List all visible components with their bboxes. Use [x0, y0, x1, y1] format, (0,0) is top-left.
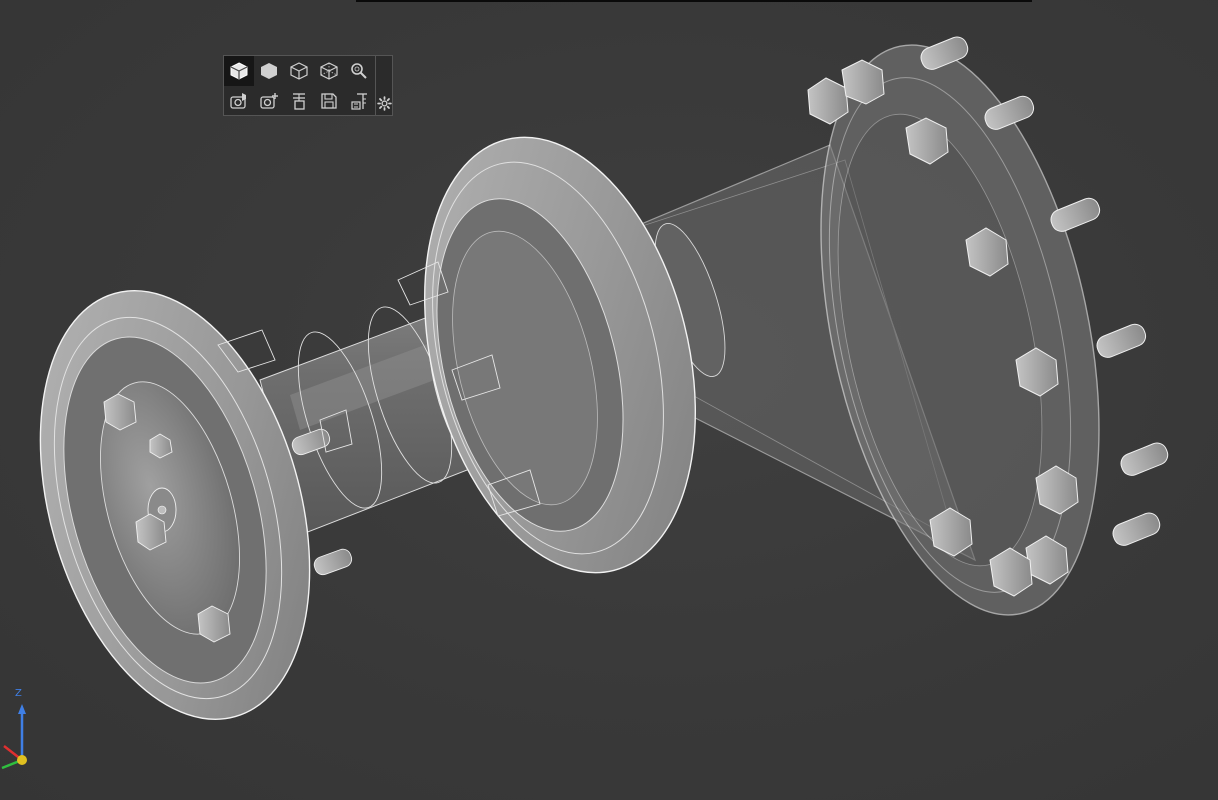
cube-shaded-edges-icon	[230, 62, 248, 80]
ruler-icon	[351, 93, 367, 110]
zoom-button[interactable]	[344, 56, 374, 86]
axis-triad-icon	[1, 704, 27, 770]
camera-add-icon	[260, 93, 278, 109]
view-mode-row	[224, 56, 374, 86]
camera-cube-icon	[230, 93, 246, 109]
gear-icon	[377, 95, 392, 111]
add-snapshot-button[interactable]	[254, 86, 284, 116]
toolbar-settings-button[interactable]	[376, 93, 393, 113]
view-tools-row	[224, 86, 374, 116]
3d-viewport[interactable]: Z	[0, 0, 1218, 800]
axis-gizmo: Z	[0, 688, 40, 770]
cube-wireframe-icon	[290, 62, 308, 80]
z-axis-label: Z	[15, 688, 22, 699]
section-plane-icon	[293, 93, 305, 110]
section-button[interactable]	[284, 86, 314, 116]
3d-model-render[interactable]	[0, 0, 1218, 800]
left-wheel	[39, 290, 311, 720]
view-shaded-edges-button[interactable]	[224, 56, 254, 86]
view-toolbar	[223, 55, 393, 116]
snapshot-button[interactable]	[224, 86, 254, 116]
view-hidden-lines-button[interactable]	[314, 56, 344, 86]
cube-hidden-lines-icon	[320, 62, 338, 80]
view-shaded-button[interactable]	[254, 56, 284, 86]
save-view-button[interactable]	[314, 86, 344, 116]
hexagon-solid-icon	[261, 63, 277, 79]
view-wireframe-button[interactable]	[284, 56, 314, 86]
floppy-disk-icon	[321, 93, 337, 109]
zoom-magnifier-icon	[351, 63, 367, 79]
middle-flange	[423, 136, 697, 574]
measure-button[interactable]	[344, 86, 374, 116]
